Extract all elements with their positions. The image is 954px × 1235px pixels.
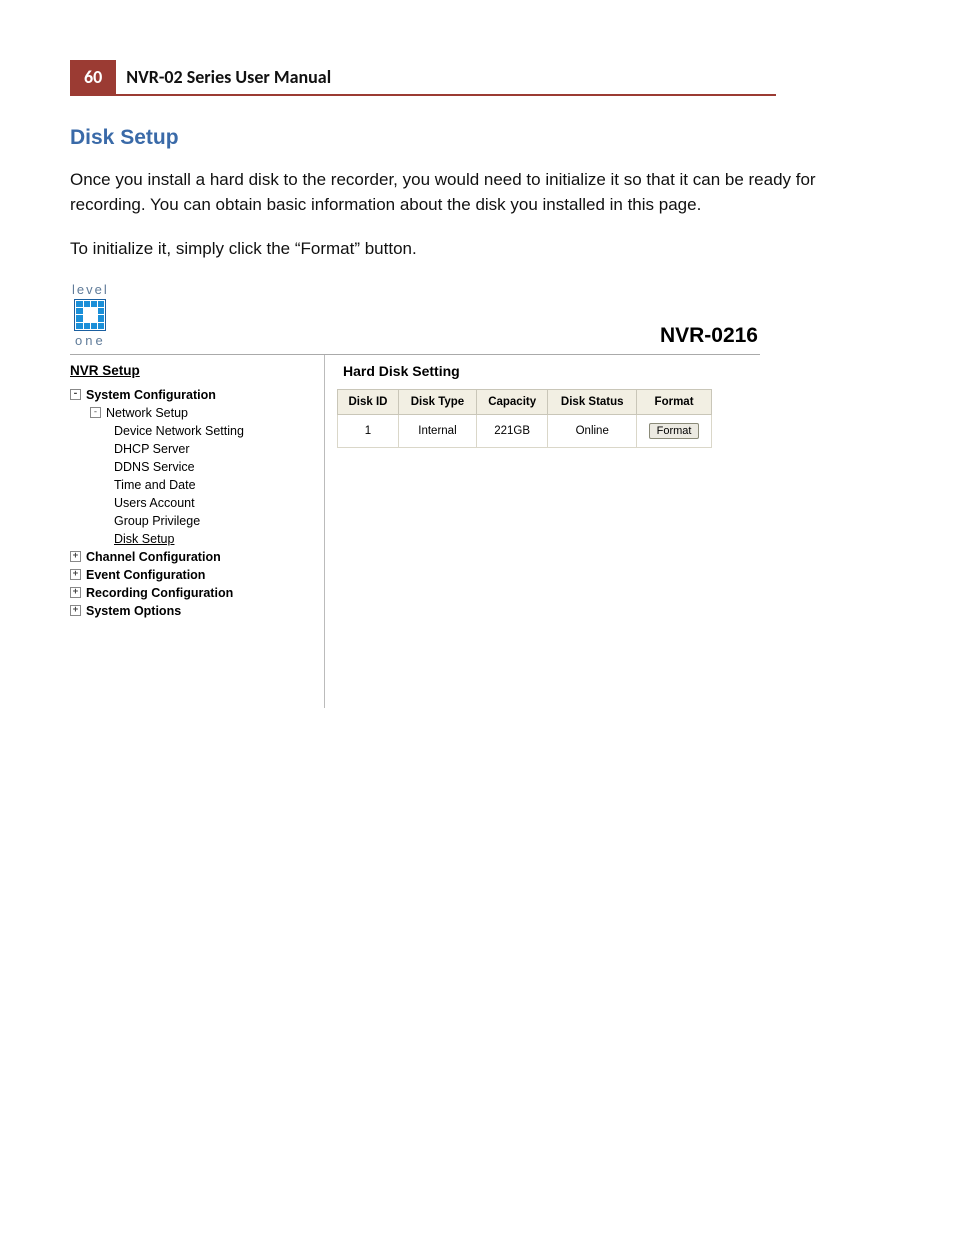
col-disk-status: Disk Status	[548, 389, 637, 414]
content-pane: Hard Disk Setting Disk ID Disk Type Capa…	[324, 355, 760, 708]
col-format: Format	[637, 389, 712, 414]
model-label: NVR-0216	[660, 324, 758, 348]
tree-ddns-service[interactable]: DDNS Service	[114, 458, 320, 476]
logo-text-bottom: one	[75, 333, 106, 348]
expand-icon[interactable]: +	[70, 605, 81, 616]
logo-text-top: level	[72, 282, 109, 297]
brand-logo: level one	[72, 282, 109, 348]
tree-users-account[interactable]: Users Account	[114, 494, 320, 512]
tree-channel-configuration[interactable]: + Channel Configuration	[70, 548, 320, 566]
section-paragraph-2: To initialize it, simply click the “Form…	[70, 237, 884, 262]
tree-recording-configuration[interactable]: + Recording Configuration	[70, 584, 320, 602]
manual-page: 60 NVR-02 Series User Manual Disk Setup …	[0, 0, 954, 748]
tree-label: Channel Configuration	[86, 550, 221, 564]
tree-dhcp-server[interactable]: DHCP Server	[114, 440, 320, 458]
tree-device-network-setting[interactable]: Device Network Setting	[114, 422, 320, 440]
col-capacity: Capacity	[476, 389, 547, 414]
page-number: 60	[70, 60, 116, 96]
cell-disk-status: Online	[548, 414, 637, 447]
pane-title: Hard Disk Setting	[343, 363, 760, 379]
tree-label: Network Setup	[106, 406, 188, 420]
tree-label: Recording Configuration	[86, 586, 233, 600]
logo-icon	[74, 299, 106, 331]
table-header-row: Disk ID Disk Type Capacity Disk Status F…	[338, 389, 712, 414]
tree-network-setup[interactable]: - Network Setup	[90, 404, 320, 422]
section-paragraph-1: Once you install a hard disk to the reco…	[70, 168, 884, 217]
screenshot-header: level one NVR-0216	[70, 282, 760, 355]
expand-icon[interactable]: +	[70, 551, 81, 562]
tree-label: Event Configuration	[86, 568, 205, 582]
tree-label: System Configuration	[86, 388, 216, 402]
cell-disk-type: Internal	[398, 414, 476, 447]
app-screenshot: level one NVR-0216 NVR Setup - System Co…	[70, 282, 760, 708]
col-disk-type: Disk Type	[398, 389, 476, 414]
manual-title: NVR-02 Series User Manual	[116, 60, 776, 96]
tree-event-configuration[interactable]: + Event Configuration	[70, 566, 320, 584]
expand-icon[interactable]: +	[70, 569, 81, 580]
cell-format: Format	[637, 414, 712, 447]
screenshot-body: NVR Setup - System Configuration - Netwo…	[70, 355, 760, 708]
col-disk-id: Disk ID	[338, 389, 399, 414]
tree-label: System Options	[86, 604, 181, 618]
tree-disk-setup[interactable]: Disk Setup	[114, 530, 320, 548]
sidebar-title[interactable]: NVR Setup	[70, 363, 320, 378]
section-title: Disk Setup	[70, 126, 884, 150]
expand-icon[interactable]: +	[70, 587, 81, 598]
collapse-icon[interactable]: -	[70, 389, 81, 400]
page-header: 60 NVR-02 Series User Manual	[70, 60, 884, 96]
table-row: 1 Internal 221GB Online Format	[338, 414, 712, 447]
nav-sidebar: NVR Setup - System Configuration - Netwo…	[70, 355, 324, 708]
cell-disk-id: 1	[338, 414, 399, 447]
disk-table: Disk ID Disk Type Capacity Disk Status F…	[337, 389, 712, 448]
tree-system-options[interactable]: + System Options	[70, 602, 320, 620]
tree-system-configuration[interactable]: - System Configuration	[70, 386, 320, 404]
collapse-icon[interactable]: -	[90, 407, 101, 418]
format-button[interactable]: Format	[649, 423, 700, 439]
tree-time-and-date[interactable]: Time and Date	[114, 476, 320, 494]
tree-group-privilege[interactable]: Group Privilege	[114, 512, 320, 530]
cell-capacity: 221GB	[476, 414, 547, 447]
